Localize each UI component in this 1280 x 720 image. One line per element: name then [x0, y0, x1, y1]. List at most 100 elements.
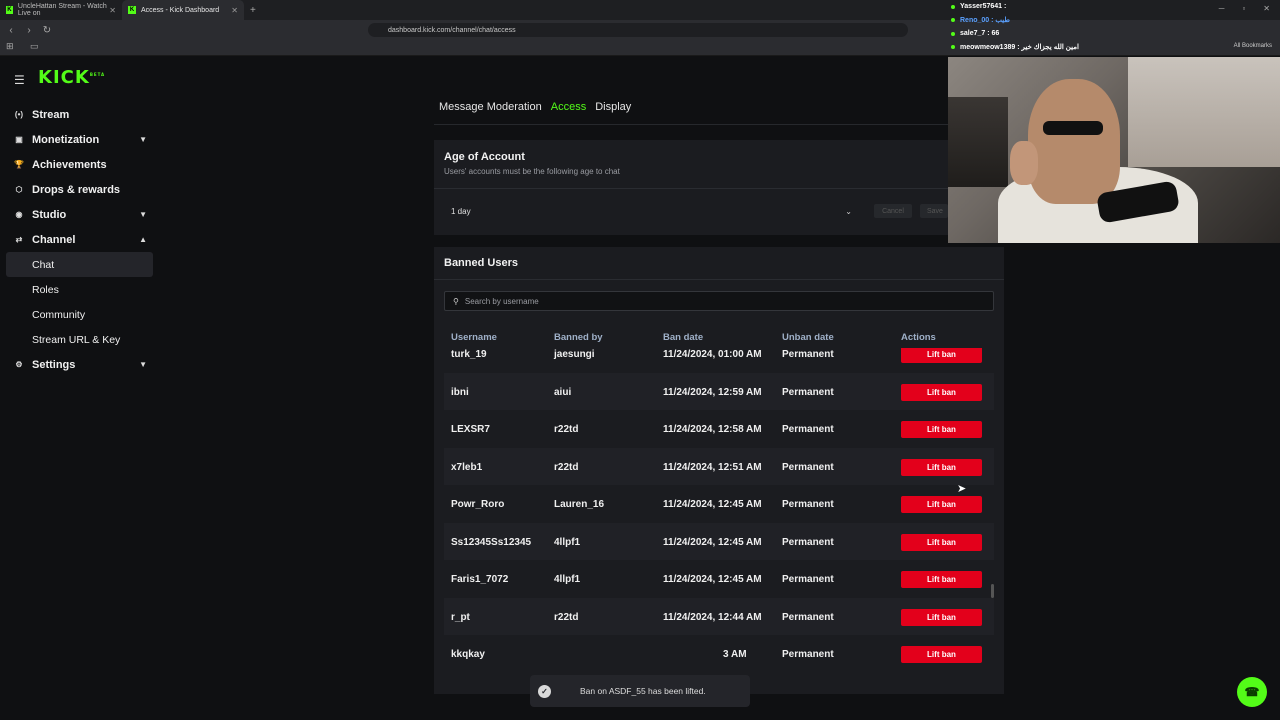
- column-header[interactable]: Banned by: [554, 332, 603, 343]
- chevron-up-icon: ▲: [139, 235, 147, 244]
- cell-banned-by: jaesungi: [554, 349, 595, 360]
- tab-access[interactable]: Access: [551, 101, 586, 113]
- cell-unban: Permanent: [782, 649, 834, 660]
- cell-ban-date: 11/24/2024, 01:00 AM: [663, 349, 762, 360]
- cell-ban-date: 11/24/2024, 12:58 AM: [663, 424, 762, 435]
- table-row: ibni aiui 11/24/2024, 12:59 AM Permanent Lif…: [444, 372, 994, 410]
- toast-notification: ✓ Ban on ASDF_55 has been lifted.: [530, 675, 750, 707]
- chevron-down-icon: ▼: [139, 360, 147, 369]
- chat-message: Reno_00 : طيب: [948, 14, 1280, 28]
- chevron-down-icon: ▼: [139, 135, 147, 144]
- browser-tab-stream[interactable]: K UncleHattan Stream - Watch Live on ✕: [0, 0, 122, 20]
- account-age-select[interactable]: 1 day ⌄: [444, 202, 856, 220]
- card-title: Banned Users: [444, 257, 518, 269]
- cell-ban-date: 11/24/2024, 12:59 AM: [663, 386, 762, 398]
- sidebar-item-stream-url-key[interactable]: Stream URL & Key: [6, 327, 153, 352]
- cell-unban: Permanent: [782, 386, 834, 398]
- divider: [434, 124, 948, 125]
- table-row: Ss12345Ss12345 4llpf1 11/24/2024, 12:45 AM…: [444, 522, 994, 560]
- cell-banned-by: r22td: [554, 611, 579, 623]
- cell-unban: Permanent: [782, 536, 834, 548]
- browser-tab-dashboard[interactable]: K Access - Kick Dashboard ✕: [122, 0, 244, 20]
- chat-message: Yasser57641 :: [948, 0, 1280, 14]
- chevron-down-icon: ▼: [139, 210, 147, 219]
- lift-ban-button[interactable]: Lift ban: [901, 458, 982, 476]
- lift-ban-button[interactable]: Lift ban: [901, 421, 982, 438]
- cell-banned-by: r22td: [554, 461, 579, 473]
- sidebar-item-studio[interactable]: ◉ Studio ▼: [6, 202, 153, 227]
- studio-icon: ◉: [15, 210, 23, 219]
- url-field[interactable]: dashboard.kick.com/channel/chat/access: [368, 23, 908, 37]
- broadcast-icon: (•): [14, 110, 24, 119]
- cell-unban: Permanent: [782, 611, 834, 623]
- lift-ban-button[interactable]: Lift ban: [901, 383, 982, 401]
- lift-ban-button[interactable]: Lift ban: [901, 496, 982, 513]
- scrollbar-thumb[interactable]: [991, 584, 994, 598]
- tab-message-moderation[interactable]: Message Moderation: [439, 101, 542, 113]
- tab-title: Access - Kick Dashboard: [141, 6, 220, 14]
- lift-ban-button[interactable]: Lift ban: [901, 348, 982, 363]
- sidebar-item-stream[interactable]: (•) Stream: [6, 102, 153, 127]
- kick-logo[interactable]: KICKBETA: [38, 67, 105, 88]
- cell-ban-date: 11/24/2024, 12:51 AM: [663, 461, 762, 473]
- lift-ban-button[interactable]: Lift ban: [901, 646, 982, 663]
- webcam-overlay: [948, 57, 1280, 243]
- banned-users-card: Banned Users ⚲ Search by username Userna…: [434, 247, 1004, 694]
- cell-unban: Permanent: [782, 424, 834, 435]
- money-icon: ▣: [15, 135, 23, 144]
- table-row: turk_19 jaesungi 11/24/2024, 01:00 AM Perma…: [444, 348, 994, 373]
- close-tab-icon[interactable]: ✕: [109, 6, 116, 15]
- chat-message: sale7_7 : 66: [948, 27, 1280, 41]
- cell-username: Powr_Roro: [451, 499, 505, 510]
- sidebar-item-chat[interactable]: Chat: [6, 252, 153, 277]
- lift-ban-button[interactable]: Lift ban: [901, 533, 982, 551]
- table-header: Username Banned by Ban date Unban date A…: [444, 332, 994, 346]
- cell-banned-by: aiui: [554, 386, 572, 398]
- cell-banned-by: r22td: [554, 424, 579, 435]
- save-button[interactable]: Save: [920, 204, 948, 218]
- menu-icon[interactable]: ☰: [14, 73, 25, 87]
- search-icon: ⚲: [453, 296, 459, 306]
- apps-icon[interactable]: ⊞: [6, 41, 14, 52]
- help-chat-icon[interactable]: ☎: [1237, 677, 1267, 707]
- sidebar-item-community[interactable]: Community: [6, 302, 153, 327]
- age-of-account-card: Age of Account Users' accounts must be t…: [434, 140, 948, 235]
- divider: [434, 188, 948, 189]
- column-header: Actions: [901, 332, 936, 343]
- lift-ban-button[interactable]: Lift ban: [901, 608, 982, 626]
- all-bookmarks[interactable]: All Bookmarks: [1234, 43, 1272, 49]
- cell-username: LEXSR7: [451, 424, 490, 435]
- cell-unban: Permanent: [782, 499, 834, 510]
- folder-icon[interactable]: ▭: [30, 41, 39, 52]
- cancel-button[interactable]: Cancel: [874, 204, 912, 218]
- cell-username: r_pt: [451, 611, 470, 623]
- sidebar-item-drops[interactable]: ⬡ Drops & rewards: [6, 177, 153, 202]
- sidebar-item-roles[interactable]: Roles: [6, 277, 153, 302]
- gear-icon: ⚙: [15, 360, 23, 369]
- lift-ban-button[interactable]: Lift ban: [901, 571, 982, 588]
- tab-title: UncleHattan Stream - Watch Live on: [17, 3, 107, 17]
- check-icon: ✓: [538, 684, 551, 698]
- column-header[interactable]: Unban date: [782, 332, 834, 343]
- close-tab-icon[interactable]: ✕: [231, 6, 238, 15]
- chat-settings-tabs: Message Moderation Access Display: [439, 101, 631, 113]
- sidebar-item-channel[interactable]: ⇄ Channel ▲: [6, 227, 153, 252]
- search-input[interactable]: ⚲ Search by username: [444, 291, 994, 311]
- cell-unban: Permanent: [782, 349, 834, 360]
- banned-users-table-body[interactable]: turk_19 jaesungi 11/24/2024, 01:00 AM Perma…: [444, 348, 994, 694]
- sidebar-item-settings[interactable]: ⚙ Settings ▼: [6, 352, 153, 377]
- column-header[interactable]: Username: [451, 332, 497, 343]
- cell-ban-date: 3 AM: [723, 649, 747, 660]
- back-icon[interactable]: ‹: [4, 25, 18, 36]
- reload-icon[interactable]: ↻: [40, 25, 54, 36]
- sidebar-item-achievements[interactable]: 🏆 Achievements: [6, 152, 153, 177]
- forward-icon[interactable]: ›: [22, 25, 36, 36]
- chat-message: meowmeow1389 : امين الله يجزاك خير: [948, 41, 1280, 55]
- column-header[interactable]: Ban date: [663, 332, 703, 343]
- sidebar-item-monetization[interactable]: ▣ Monetization ▼: [6, 127, 153, 152]
- tab-display[interactable]: Display: [595, 101, 631, 113]
- cell-unban: Permanent: [782, 574, 834, 585]
- new-tab-icon[interactable]: +: [250, 5, 256, 16]
- gift-icon: ⬡: [15, 185, 23, 194]
- table-row: kkqkay 3 AM Permanent Lift ban: [444, 635, 994, 673]
